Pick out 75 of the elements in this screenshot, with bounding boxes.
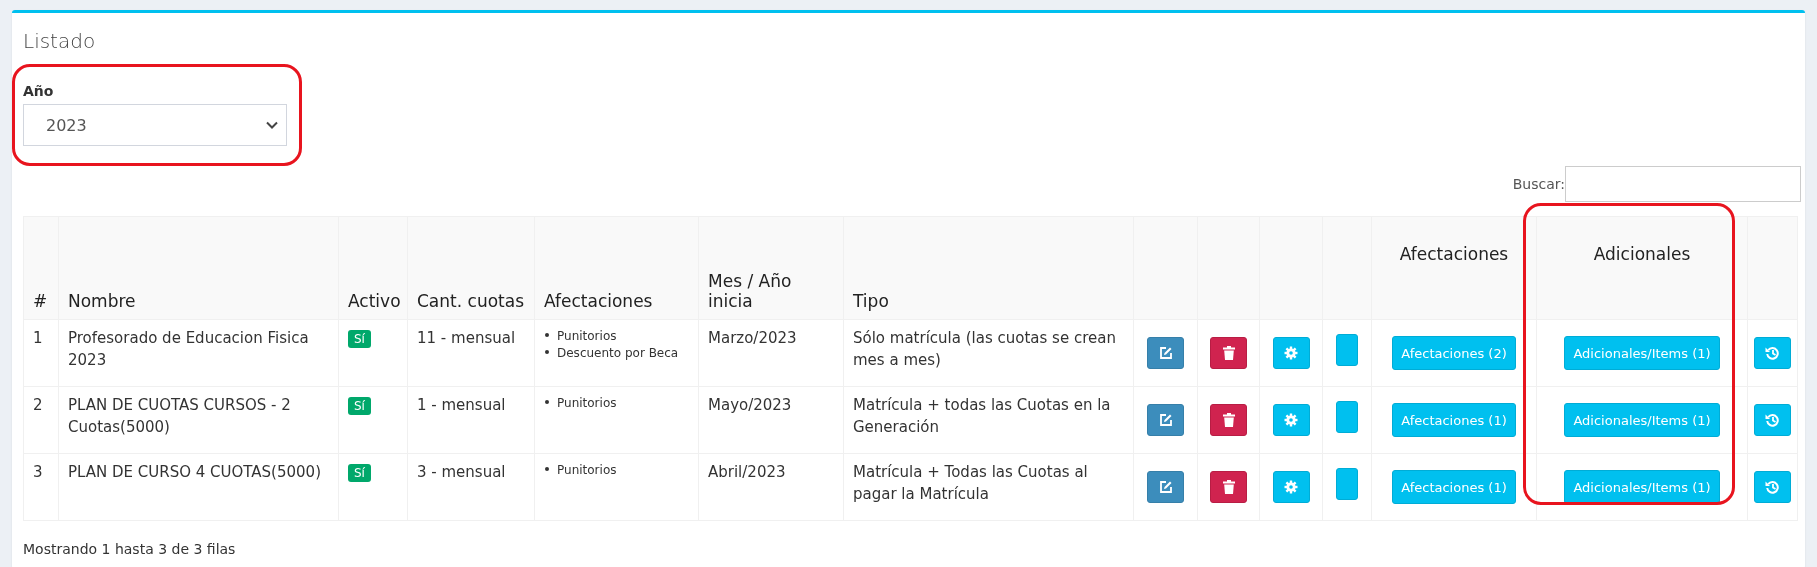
edit-icon — [1158, 346, 1173, 360]
plan-name: Profesorado de Educacion Fisica 2023 — [68, 329, 309, 369]
search-field[interactable] — [1565, 166, 1801, 202]
affectation-item: Punitorios — [557, 462, 617, 479]
status-badge: Sí — [348, 330, 371, 348]
settings-button[interactable] — [1272, 404, 1310, 436]
bullet-icon — [545, 467, 549, 471]
column-header: Adicionales — [1593, 244, 1691, 264]
plan-type: Matrícula + Todas las Cuotas al pagar la Matrícula — [853, 463, 1088, 503]
row-number: 2 — [33, 396, 43, 414]
history-icon — [1765, 413, 1780, 427]
settings-icon — [1284, 413, 1298, 427]
edit-icon — [1158, 480, 1173, 494]
plan-type: Sólo matrícula (las cuotas se crean mes a mes) — [853, 329, 1116, 369]
affectations-button[interactable]: Afectaciones (1) — [1392, 470, 1516, 504]
additionals-button[interactable]: Adicionales/Items (1) — [1564, 336, 1720, 370]
history-button[interactable] — [1754, 404, 1791, 436]
edit-button[interactable] — [1147, 471, 1184, 503]
row-number: 1 — [33, 329, 43, 347]
history-button[interactable] — [1754, 471, 1791, 503]
search-label: Buscar: — [1512, 176, 1565, 192]
settings-button[interactable] — [1272, 337, 1310, 369]
row-number: 3 — [33, 463, 43, 481]
column-header: Tipo — [853, 291, 889, 311]
history-icon — [1765, 480, 1780, 494]
chevron-down-icon — [266, 121, 278, 129]
blank-button[interactable] — [1336, 468, 1358, 501]
history-icon — [1765, 346, 1780, 360]
start-date: Marzo/2023 — [708, 329, 797, 347]
edit-icon — [1158, 413, 1173, 427]
additionals-button[interactable]: Adicionales/Items (1) — [1564, 403, 1720, 437]
history-button[interactable] — [1754, 337, 1791, 369]
column-header: Nombre — [68, 291, 136, 311]
delete-button[interactable] — [1210, 404, 1247, 436]
settings-button[interactable] — [1272, 471, 1310, 503]
start-date: Abril/2023 — [708, 463, 786, 481]
column-header: Afectaciones — [544, 291, 653, 311]
edit-button[interactable] — [1147, 337, 1184, 369]
column-header: # — [33, 291, 48, 311]
trash-icon — [1222, 413, 1235, 427]
affectation-item: Descuento por Beca — [557, 344, 679, 362]
bullet-icon — [545, 333, 549, 337]
delete-button[interactable] — [1210, 471, 1247, 503]
affectations-button[interactable]: Afectaciones (2) — [1392, 336, 1516, 370]
settings-icon — [1284, 346, 1298, 360]
affectation-item: Punitorios — [557, 395, 617, 412]
start-date: Mayo/2023 — [708, 396, 792, 414]
column-header: Afectaciones — [1399, 244, 1509, 264]
plan-name: PLAN DE CUOTAS CURSOS - 2 Cuotas(5000) — [68, 396, 291, 436]
blank-button[interactable] — [1336, 401, 1358, 434]
trash-icon — [1222, 480, 1235, 494]
installments-text: 3 - mensual — [417, 463, 506, 481]
column-header: Activo — [348, 291, 401, 311]
delete-button[interactable] — [1210, 337, 1247, 369]
bullet-icon — [545, 400, 549, 404]
bullet-icon — [545, 349, 549, 354]
card-title: Listado — [23, 29, 97, 53]
column-header: Cant. cuotas — [417, 291, 524, 311]
year-select[interactable]: 2023 — [23, 104, 287, 146]
blank-button[interactable] — [1336, 334, 1358, 367]
installments-text: 1 - mensual — [417, 396, 506, 414]
plan-type: Matrícula + todas las Cuotas en la Generación — [853, 396, 1111, 436]
field-label: Año — [23, 83, 54, 99]
additionals-button[interactable]: Adicionales/Items (1) — [1564, 470, 1720, 504]
column-header: Mes / Año inicia — [708, 271, 792, 311]
trash-icon — [1222, 346, 1235, 360]
pagination-info: Mostrando 1 hasta 3 de 3 filas — [23, 541, 237, 557]
installments-text: 11 - mensual — [417, 329, 516, 347]
plan-name: PLAN DE CURSO 4 CUOTAS(5000) — [68, 463, 321, 481]
settings-icon — [1284, 480, 1298, 494]
status-badge: Sí — [348, 397, 371, 415]
status-badge: Sí — [348, 464, 371, 482]
affectations-button[interactable]: Afectaciones (1) — [1392, 403, 1516, 437]
affectation-item: Punitorios — [557, 328, 617, 345]
edit-button[interactable] — [1147, 404, 1184, 436]
